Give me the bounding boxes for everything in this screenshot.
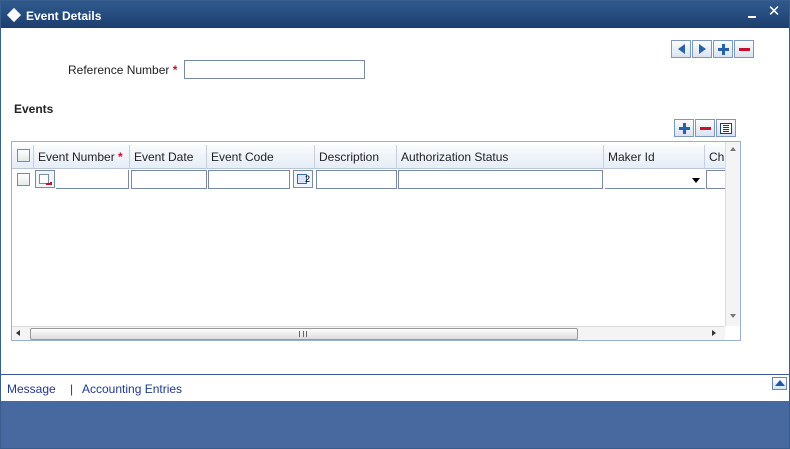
previous-icon: [677, 44, 685, 54]
horizontal-scrollbar[interactable]: [12, 326, 725, 340]
scroll-up-icon[interactable]: [730, 147, 736, 151]
minimize-icon[interactable]: [746, 7, 760, 21]
table-row: 2: [12, 169, 725, 189]
vertical-scrollbar[interactable]: [725, 142, 740, 326]
authorization-status-input[interactable]: [398, 170, 603, 189]
column-header-event-number[interactable]: Event Number *: [34, 145, 130, 169]
add-icon: [717, 43, 729, 55]
close-icon[interactable]: ✕: [767, 4, 781, 20]
remove-record-button[interactable]: [734, 40, 754, 58]
collapse-footer-button[interactable]: [772, 377, 787, 390]
chevron-up-icon: [775, 380, 785, 386]
column-header-checker[interactable]: Ch: [705, 145, 725, 169]
maker-id-select[interactable]: [605, 170, 705, 189]
column-header-authorization-status[interactable]: Authorization Status: [397, 145, 604, 169]
window-title: Event Details: [26, 9, 102, 23]
message-link[interactable]: Message: [7, 382, 56, 396]
event-number-input[interactable]: [56, 170, 129, 189]
description-input[interactable]: [316, 170, 397, 189]
checker-input[interactable]: [706, 170, 725, 189]
header-select-all-cell: [12, 145, 34, 169]
events-grid-viewport: Event Number * Event Date Event Code Des…: [12, 142, 725, 326]
add-row-icon: [678, 122, 690, 134]
lookup-mark-icon: [46, 182, 52, 185]
event-code-input[interactable]: [208, 170, 290, 189]
event-date-input[interactable]: [131, 170, 207, 189]
previous-record-button[interactable]: [671, 40, 691, 58]
footer-links-bar: Message | Accounting Entries: [1, 374, 789, 400]
scroll-right-icon[interactable]: [712, 330, 716, 336]
add-record-button[interactable]: [713, 40, 733, 58]
next-record-button[interactable]: [692, 40, 712, 58]
accounting-entries-link[interactable]: Accounting Entries: [82, 382, 182, 396]
next-icon: [698, 44, 706, 54]
scroll-left-icon[interactable]: [16, 330, 20, 336]
event-number-lookup-button[interactable]: [35, 170, 55, 188]
delete-row-button[interactable]: [695, 119, 715, 137]
events-section-title: Events: [14, 102, 54, 116]
events-grid-header: Event Number * Event Date Event Code Des…: [12, 145, 725, 169]
scroll-down-icon[interactable]: [730, 314, 736, 318]
horizontal-scrollbar-thumb[interactable]: [30, 328, 578, 340]
single-view-icon: [720, 122, 732, 134]
events-grid-toolbar: [674, 119, 736, 137]
window-diamond-icon: [6, 7, 22, 23]
event-details-window: Event Details ✕ Reference Number * Event…: [0, 0, 790, 449]
events-grid: Event Number * Event Date Event Code Des…: [11, 141, 741, 341]
column-header-maker-id[interactable]: Maker Id: [604, 145, 705, 169]
required-marker: *: [172, 63, 178, 77]
record-navigation: [671, 40, 754, 58]
single-view-button[interactable]: [716, 119, 736, 137]
event-code-lov-button[interactable]: 2: [293, 170, 313, 188]
column-header-description[interactable]: Description: [315, 145, 397, 169]
row-select-checkbox[interactable]: [17, 173, 30, 186]
column-required-marker: *: [118, 150, 123, 164]
footer-bar: [1, 401, 789, 448]
reference-number-input[interactable]: [184, 60, 365, 79]
select-all-checkbox[interactable]: [17, 149, 30, 162]
delete-row-icon: [699, 126, 711, 130]
add-row-button[interactable]: [674, 119, 694, 137]
scrollbar-grip-icon: [299, 331, 307, 337]
chevron-down-icon: [692, 178, 700, 183]
lov-label: 2: [305, 174, 311, 184]
reference-number-label: Reference Number *: [68, 63, 177, 77]
column-header-event-code[interactable]: Event Code: [207, 145, 315, 169]
title-bar: Event Details ✕: [1, 1, 789, 28]
footer-separator: |: [70, 382, 74, 396]
remove-icon: [738, 47, 750, 51]
column-header-event-date[interactable]: Event Date: [130, 145, 207, 169]
reference-number-label-text: Reference Number: [68, 63, 170, 77]
column-event-number-label: Event Number: [38, 150, 115, 164]
